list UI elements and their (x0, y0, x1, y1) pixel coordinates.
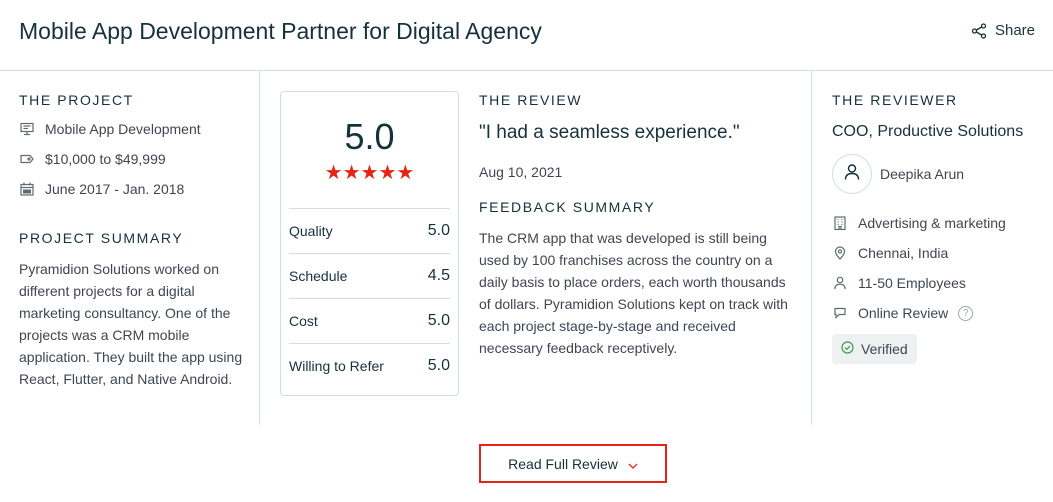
reviewer-review-type-label: Online Review (858, 305, 949, 321)
read-full-review-label: Read Full Review (508, 455, 618, 472)
rating-row-willing-to-refer: Willing to Refer 5.0 (289, 343, 450, 388)
reviewer-industry-label: Advertising & marketing (858, 215, 1006, 231)
column-divider (259, 71, 260, 425)
help-icon[interactable]: ? (958, 305, 974, 321)
share-icon (971, 22, 987, 39)
project-heading: THE PROJECT (19, 92, 134, 108)
reviewer-industry: Advertising & marketing (832, 215, 1006, 231)
project-budget-label: $10,000 to $49,999 (45, 151, 166, 167)
project-timeline: June 2017 - Jan. 2018 (19, 181, 184, 197)
rating-value: 5.0 (427, 312, 450, 329)
project-summary-text: Pyramidion Solutions worked on different… (19, 261, 243, 387)
chat-bubble-icon (832, 305, 848, 321)
presentation-icon (19, 121, 35, 137)
chevron-down-icon (628, 456, 638, 472)
rating-value: 5.0 (427, 357, 450, 374)
share-label: Share (994, 22, 1035, 39)
review-heading: THE REVIEW (479, 92, 583, 108)
location-pin-icon (832, 245, 848, 261)
project-service: Mobile App Development (19, 121, 201, 137)
star-rating: ★★★★★ (324, 162, 415, 184)
reviewer-review-type: Online Review ? (832, 305, 974, 321)
project-service-label: Mobile App Development (45, 121, 201, 137)
rating-row-cost: Cost 5.0 (289, 298, 450, 343)
reviewer-role: COO, Productive Solutions (832, 123, 1024, 140)
verified-badge: Verified (832, 334, 917, 364)
feedback-summary-heading: FEEDBACK SUMMARY (479, 199, 656, 215)
avatar (832, 154, 872, 194)
rating-label: Schedule (289, 268, 348, 284)
rating-row-schedule: Schedule 4.5 (289, 253, 450, 298)
reviewer-location-label: Chennai, India (858, 245, 949, 261)
feedback-summary-text: The CRM app that was developed is still … (479, 230, 788, 356)
share-button[interactable]: Share (971, 22, 1035, 39)
project-summary-heading: PROJECT SUMMARY (19, 230, 184, 246)
rating-row-quality: Quality 5.0 (289, 208, 450, 253)
rating-label: Cost (289, 313, 318, 329)
reviewer-company-size-label: 11-50 Employees (858, 275, 966, 291)
review-quote: "I had a seamless experience." (479, 122, 740, 143)
review-title: Mobile App Development Partner for Digit… (19, 18, 542, 44)
verified-label: Verified (861, 341, 908, 357)
rating-value: 4.5 (427, 267, 450, 284)
rating-label: Quality (289, 223, 333, 239)
reviewer-company-size: 11-50 Employees (832, 275, 966, 291)
rating-breakdown: Quality 5.0 Schedule 4.5 Cost 5.0 Willin… (289, 208, 450, 388)
rating-card: 5.0 ★★★★★ Quality 5.0 Schedule 4.5 Cost … (280, 91, 459, 396)
reviewer-location: Chennai, India (832, 245, 948, 261)
read-full-review-button[interactable]: Read Full Review (479, 444, 667, 483)
overall-rating: 5.0 (344, 116, 395, 157)
calendar-icon (19, 181, 35, 197)
rating-label: Willing to Refer (289, 358, 384, 374)
rating-value: 5.0 (427, 222, 450, 239)
project-timeline-label: June 2017 - Jan. 2018 (45, 181, 185, 197)
project-budget: $10,000 to $49,999 (19, 151, 166, 167)
column-divider (811, 71, 812, 425)
building-icon (832, 215, 848, 231)
user-icon (843, 163, 861, 186)
review-header: Mobile App Development Partner for Digit… (0, 0, 1053, 71)
person-icon (832, 275, 848, 291)
reviewer-name: Deepika Arun (880, 166, 965, 182)
review-date: Aug 10, 2021 (479, 164, 563, 180)
check-circle-icon (841, 341, 854, 357)
reviewer-heading: THE REVIEWER (832, 92, 958, 108)
price-tag-icon (19, 151, 35, 167)
